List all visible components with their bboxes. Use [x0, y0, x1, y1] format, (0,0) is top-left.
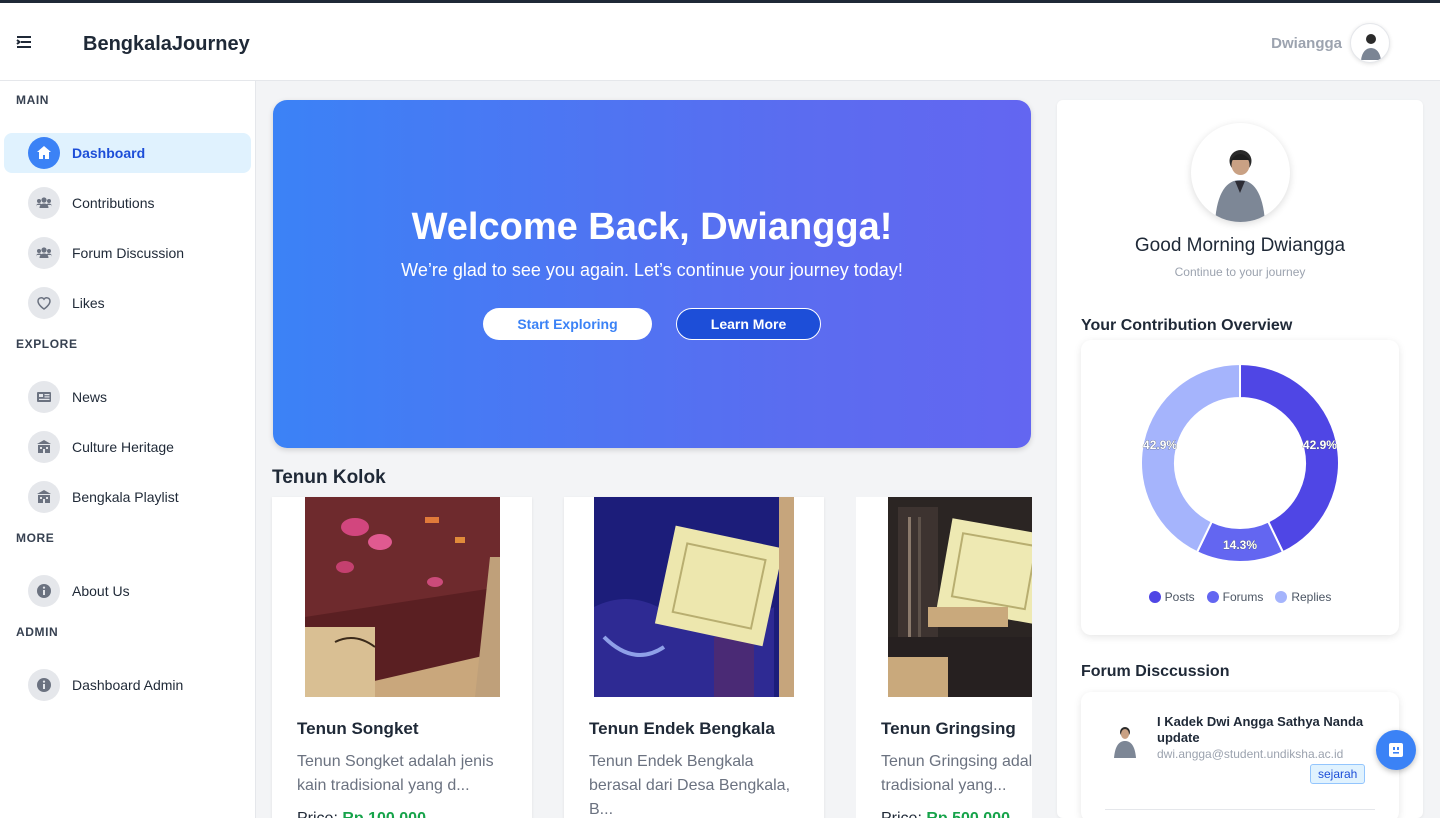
- donut-data-label: 14.3%: [1223, 538, 1257, 552]
- hero-title: Welcome Back, Dwiangga!: [411, 206, 893, 248]
- forum-author-name: I Kadek Dwi Angga Sathya Nanda: [1157, 714, 1364, 729]
- sidebar-item-about-us[interactable]: About Us: [4, 571, 251, 611]
- hero-subtitle: We’re glad to see you again. Let’s conti…: [401, 260, 903, 280]
- contribution-donut-chart: 42.9% 14.3% 42.9%: [1140, 362, 1340, 563]
- sidebar: MAIN Dashboard Contributions Forum Discu…: [0, 81, 256, 818]
- donut-slice-posts[interactable]: [1239, 362, 1340, 554]
- product-description: Tenun Endek Bengkala berasal dari Desa B…: [589, 753, 791, 818]
- legend-item-posts[interactable]: Posts: [1148, 590, 1195, 604]
- sidebar-item-label: Dashboard Admin: [72, 677, 184, 693]
- profile-avatar[interactable]: [1191, 123, 1290, 222]
- brand-logo-text[interactable]: BengkalaJourney: [83, 33, 250, 56]
- chart-legend: Posts Forums Replies: [1081, 590, 1399, 604]
- product-title: Tenun Endek Bengkala: [589, 719, 775, 738]
- sidebar-item-dashboard[interactable]: Dashboard: [4, 133, 251, 173]
- product-price: Rp 500.000: [926, 810, 1010, 818]
- sidebar-item-contributions[interactable]: Contributions: [4, 183, 251, 223]
- contribution-overview-title: Your Contribution Overview: [1081, 317, 1293, 334]
- product-title: Tenun Gringsing: [881, 719, 1016, 738]
- donut-slice-replies[interactable]: [1140, 362, 1241, 554]
- section-main-title: MAIN: [16, 93, 50, 107]
- home-icon: [28, 137, 60, 169]
- sidebar-item-culture-heritage[interactable]: Culture Heritage: [4, 427, 251, 467]
- forum-tag-badge[interactable]: sejarah: [1310, 764, 1366, 784]
- newspaper-icon: [28, 381, 60, 413]
- product-price-row: Price: Rp 100.000: [297, 810, 426, 818]
- legend-item-replies[interactable]: Replies: [1275, 590, 1331, 604]
- sidebar-item-label: Contributions: [72, 195, 155, 211]
- product-image: [305, 497, 500, 697]
- price-label: Price:: [881, 810, 922, 818]
- product-price: Rp 100.000: [342, 810, 426, 818]
- section-title: Tenun Kolok: [272, 467, 386, 488]
- price-label: Price:: [297, 810, 338, 818]
- product-card-tenun-gringsing[interactable]: Tenun Gringsing Tenun Gringsing adalah t…: [856, 497, 1032, 818]
- greeting-title: Good Morning Dwiangga: [1134, 235, 1346, 256]
- welcome-hero-banner: Welcome Back, Dwiangga! We’re glad to se…: [273, 100, 1031, 448]
- user-name[interactable]: Dwiangga: [1271, 35, 1342, 52]
- start-exploring-button[interactable]: Start Exploring: [483, 308, 652, 340]
- legend-item-forums[interactable]: Forums: [1206, 590, 1264, 604]
- building-icon: [28, 431, 60, 463]
- divider: [1105, 809, 1375, 810]
- forum-post-card[interactable]: I Kadek Dwi Angga Sathya Nanda update dw…: [1081, 692, 1399, 818]
- forum-author-email: dwi.angga@student.undiksha.ac.id: [1157, 747, 1344, 761]
- legend-label: Replies: [1291, 590, 1332, 604]
- sidebar-item-news[interactable]: News: [4, 377, 251, 417]
- sidebar-item-label: Bengkala Playlist: [72, 489, 179, 505]
- chat-bot-icon: [1389, 743, 1403, 757]
- sidebar-item-dashboard-admin[interactable]: Dashboard Admin: [4, 665, 251, 705]
- forum-post-title: update: [1157, 730, 1200, 745]
- donut-data-label: 42.9%: [1303, 438, 1337, 452]
- section-admin-title: ADMIN: [16, 625, 59, 639]
- forum-discussion-title: Forum Disccussion: [1081, 663, 1230, 680]
- legend-label: Forums: [1222, 590, 1264, 604]
- product-card-tenun-endek-bengkala[interactable]: Tenun Endek Bengkala Tenun Endek Bengkal…: [564, 497, 824, 818]
- user-avatar[interactable]: [1350, 23, 1390, 63]
- product-title: Tenun Songket: [297, 719, 419, 738]
- sidebar-item-label: Likes: [72, 295, 105, 311]
- product-image: [888, 497, 1032, 697]
- sidebar-item-bengkala-playlist[interactable]: Bengkala Playlist: [4, 477, 251, 517]
- greeting-subtitle: Continue to your journey: [1174, 265, 1306, 279]
- chat-bot-button[interactable]: [1376, 730, 1416, 770]
- contribution-chart-card: 42.9% 14.3% 42.9% Posts Forums Replies: [1081, 340, 1399, 635]
- sidebar-item-label: Dashboard: [72, 145, 146, 161]
- legend-label: Posts: [1164, 590, 1195, 604]
- info-icon: [28, 669, 60, 701]
- sidebar-item-label: Forum Discussion: [72, 245, 185, 261]
- product-card-clip: Tenun Gringsing Tenun Gringsing adalah t…: [856, 497, 1032, 818]
- users-icon: [28, 237, 60, 269]
- profile-panel: Good Morning Dwiangga Continue to your j…: [1057, 100, 1423, 818]
- product-price-row: Price: Rp 500.000: [881, 810, 1010, 818]
- section-explore-title: EXPLORE: [16, 337, 78, 351]
- top-header: BengkalaJourney Dwiangga: [0, 3, 1440, 81]
- donut-data-label: 42.9%: [1143, 438, 1177, 452]
- info-icon: [28, 575, 60, 607]
- legend-swatch: [1275, 591, 1288, 603]
- building-icon: [28, 481, 60, 513]
- sidebar-item-label: About Us: [72, 583, 130, 599]
- legend-swatch: [1148, 591, 1161, 603]
- product-image: [594, 497, 794, 697]
- learn-more-button[interactable]: Learn More: [676, 308, 821, 340]
- menu-toggle-icon[interactable]: [14, 33, 34, 51]
- sidebar-item-forum-discussion[interactable]: Forum Discussion: [4, 233, 251, 273]
- forum-author-avatar: [1111, 722, 1139, 758]
- sidebar-item-likes[interactable]: Likes: [4, 283, 251, 323]
- product-description: Tenun Gringsing adalah tenun tradisional…: [881, 753, 1032, 794]
- product-description: Tenun Songket adalah jenis kain tradisio…: [297, 753, 494, 794]
- section-more-title: MORE: [16, 531, 55, 545]
- sidebar-item-label: News: [72, 389, 108, 405]
- product-card-tenun-songket[interactable]: Tenun Songket Tenun Songket adalah jenis…: [272, 497, 532, 818]
- heart-icon: [28, 287, 60, 319]
- forum-post-header: I Kadek Dwi Angga Sathya Nanda update: [1157, 714, 1387, 746]
- users-icon: [28, 187, 60, 219]
- legend-swatch: [1206, 591, 1219, 603]
- sidebar-item-label: Culture Heritage: [72, 439, 174, 455]
